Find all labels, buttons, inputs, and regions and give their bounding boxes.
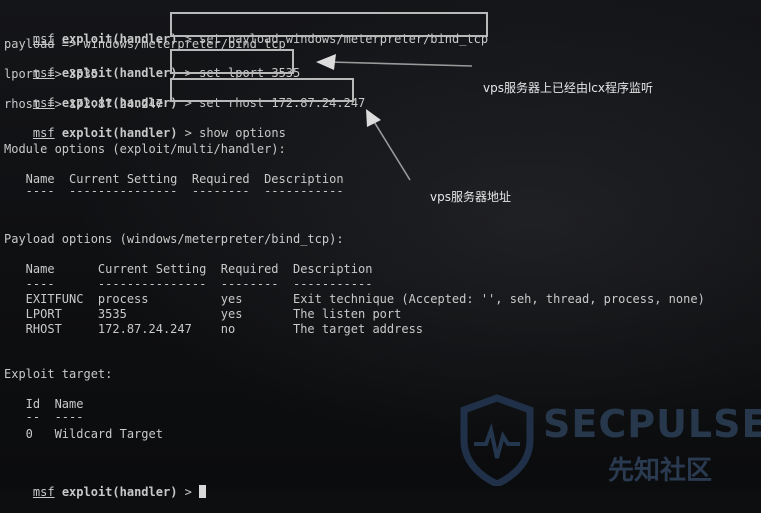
lcx-listen-note: vps服务器上已经由lcx程序监听 bbox=[483, 81, 654, 95]
arrow-head-vps bbox=[366, 109, 381, 127]
terminal-window[interactable]: SECPULSE 先知社区 msf exploit(handler) > set… bbox=[0, 0, 761, 499]
annotation-arrows bbox=[316, 54, 473, 181]
vps-address-note: vps服务器地址 bbox=[430, 190, 511, 204]
arrow-head-lcx bbox=[316, 54, 336, 70]
